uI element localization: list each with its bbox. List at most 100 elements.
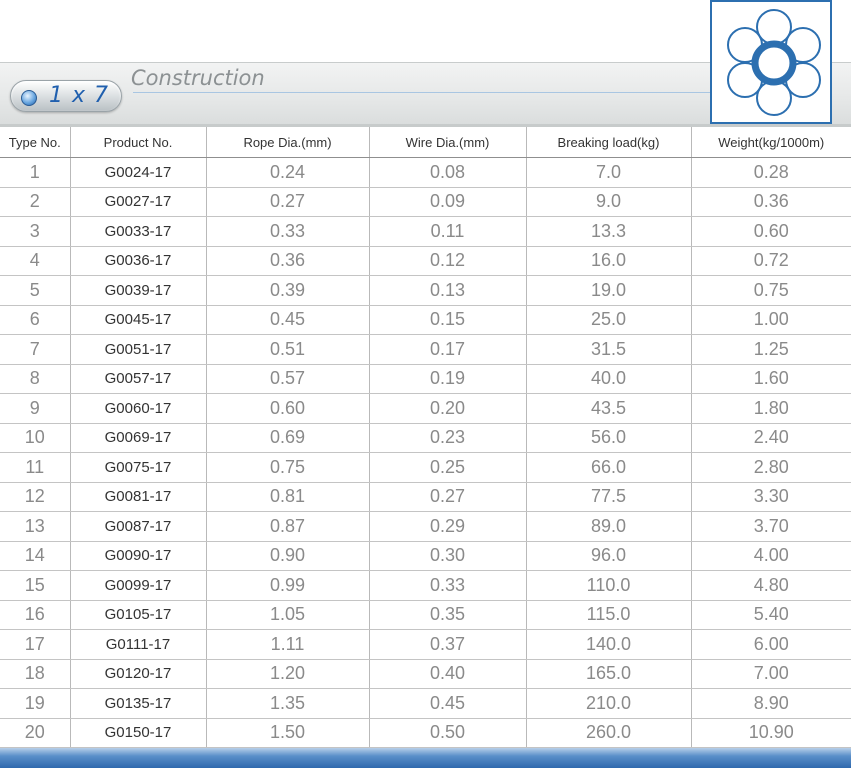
cell-weight: 1.00 <box>691 305 851 335</box>
cell-product-no: G0033-17 <box>70 216 207 247</box>
cell-weight: 5.40 <box>691 600 851 630</box>
table-row: 12 G0081-17 0.81 0.27 77.5 3.30 <box>0 482 851 512</box>
strand-cross-section-diagram <box>710 0 832 124</box>
cell-rope-dia: 0.69 <box>206 423 370 453</box>
cell-weight: 0.60 <box>691 216 851 247</box>
cell-breaking-load: 96.0 <box>526 541 692 571</box>
cell-product-no: G0090-17 <box>70 541 207 571</box>
table-row: 1 G0024-17 0.24 0.08 7.0 0.28 <box>0 157 851 188</box>
bullet-icon <box>21 90 37 106</box>
cell-rope-dia: 0.24 <box>206 157 370 188</box>
page-title: Construction <box>131 66 265 90</box>
cell-rope-dia: 1.35 <box>206 688 370 719</box>
table-row: 17 G0111-17 1.11 0.37 140.0 6.00 <box>0 629 851 660</box>
cell-type-no: 10 <box>0 423 71 453</box>
cell-wire-dia: 0.17 <box>369 334 527 365</box>
table-row: 5 G0039-17 0.39 0.13 19.0 0.75 <box>0 275 851 306</box>
table-row: 3 G0033-17 0.33 0.11 13.3 0.60 <box>0 216 851 247</box>
cell-rope-dia: 0.81 <box>206 482 370 512</box>
cell-product-no: G0024-17 <box>70 157 207 188</box>
cell-wire-dia: 0.37 <box>369 629 527 660</box>
table-row: 16 G0105-17 1.05 0.35 115.0 5.40 <box>0 600 851 630</box>
table-row: 6 G0045-17 0.45 0.15 25.0 1.00 <box>0 305 851 335</box>
specification-table: Type No. Product No. Rope Dia.(mm) Wire Dia… <box>0 127 851 748</box>
cell-type-no: 5 <box>0 275 71 306</box>
cell-wire-dia: 0.40 <box>369 659 527 689</box>
cell-wire-dia: 0.29 <box>369 511 527 542</box>
cell-type-no: 16 <box>0 600 71 630</box>
cell-product-no: G0135-17 <box>70 688 207 719</box>
column-header-rope-dia: Rope Dia.(mm) <box>206 127 370 158</box>
table-row: 10 G0069-17 0.69 0.23 56.0 2.40 <box>0 423 851 453</box>
outer-wire-bottom <box>756 80 792 116</box>
cell-type-no: 1 <box>0 157 71 188</box>
cell-rope-dia: 0.45 <box>206 305 370 335</box>
cell-wire-dia: 0.35 <box>369 600 527 630</box>
cell-type-no: 13 <box>0 511 71 542</box>
cell-rope-dia: 0.51 <box>206 334 370 365</box>
cell-type-no: 6 <box>0 305 71 335</box>
cell-weight: 0.36 <box>691 187 851 217</box>
table-row: 20 G0150-17 1.50 0.50 260.0 10.90 <box>0 718 851 748</box>
table-body: 1 G0024-17 0.24 0.08 7.0 0.28 2 G0027-17 0.27 0.0… <box>0 157 851 748</box>
cell-product-no: G0060-17 <box>70 393 207 424</box>
cell-breaking-load: 25.0 <box>526 305 692 335</box>
cell-product-no: G0045-17 <box>70 305 207 335</box>
cell-type-no: 17 <box>0 629 71 660</box>
badge-label: 1 x 7 <box>49 83 109 108</box>
cell-wire-dia: 0.33 <box>369 570 527 601</box>
cell-breaking-load: 9.0 <box>526 187 692 217</box>
cell-breaking-load: 140.0 <box>526 629 692 660</box>
cell-breaking-load: 260.0 <box>526 718 692 748</box>
cell-product-no: G0036-17 <box>70 246 207 276</box>
column-header-breaking-load: Breaking load(kg) <box>526 127 692 158</box>
cell-type-no: 18 <box>0 659 71 689</box>
cell-wire-dia: 0.45 <box>369 688 527 719</box>
cell-product-no: G0099-17 <box>70 570 207 601</box>
cell-weight: 4.80 <box>691 570 851 601</box>
table-row: 19 G0135-17 1.35 0.45 210.0 8.90 <box>0 688 851 719</box>
column-header-weight: Weight(kg/1000m) <box>691 127 851 158</box>
cell-product-no: G0105-17 <box>70 600 207 630</box>
table-header: Type No. Product No. Rope Dia.(mm) Wire Dia… <box>0 127 851 158</box>
column-header-type-no: Type No. <box>0 127 71 158</box>
cell-weight: 3.30 <box>691 482 851 512</box>
cell-type-no: 3 <box>0 216 71 247</box>
cell-breaking-load: 31.5 <box>526 334 692 365</box>
table-row: 11 G0075-17 0.75 0.25 66.0 2.80 <box>0 452 851 483</box>
cell-weight: 1.80 <box>691 393 851 424</box>
cell-rope-dia: 0.33 <box>206 216 370 247</box>
cell-type-no: 12 <box>0 482 71 512</box>
cell-weight: 6.00 <box>691 629 851 660</box>
cell-product-no: G0039-17 <box>70 275 207 306</box>
cell-rope-dia: 0.36 <box>206 246 370 276</box>
footer-band <box>0 748 851 768</box>
cell-type-no: 9 <box>0 393 71 424</box>
cell-rope-dia: 0.75 <box>206 452 370 483</box>
cell-wire-dia: 0.15 <box>369 305 527 335</box>
table-row: 7 G0051-17 0.51 0.17 31.5 1.25 <box>0 334 851 365</box>
cell-weight: 0.28 <box>691 157 851 188</box>
cell-rope-dia: 1.05 <box>206 600 370 630</box>
cell-product-no: G0087-17 <box>70 511 207 542</box>
cell-type-no: 14 <box>0 541 71 571</box>
cell-rope-dia: 0.27 <box>206 187 370 217</box>
cell-breaking-load: 210.0 <box>526 688 692 719</box>
cell-wire-dia: 0.25 <box>369 452 527 483</box>
cell-breaking-load: 56.0 <box>526 423 692 453</box>
cell-wire-dia: 0.27 <box>369 482 527 512</box>
cell-breaking-load: 16.0 <box>526 246 692 276</box>
cell-breaking-load: 165.0 <box>526 659 692 689</box>
cell-weight: 1.25 <box>691 334 851 365</box>
title-divider <box>133 92 718 93</box>
cell-breaking-load: 110.0 <box>526 570 692 601</box>
cell-rope-dia: 1.50 <box>206 718 370 748</box>
construction-badge: 1 x 7 <box>10 80 122 112</box>
cell-wire-dia: 0.50 <box>369 718 527 748</box>
cell-wire-dia: 0.09 <box>369 187 527 217</box>
cell-breaking-load: 19.0 <box>526 275 692 306</box>
cell-weight: 2.40 <box>691 423 851 453</box>
table-row: 8 G0057-17 0.57 0.19 40.0 1.60 <box>0 364 851 394</box>
cell-product-no: G0075-17 <box>70 452 207 483</box>
cell-weight: 8.90 <box>691 688 851 719</box>
